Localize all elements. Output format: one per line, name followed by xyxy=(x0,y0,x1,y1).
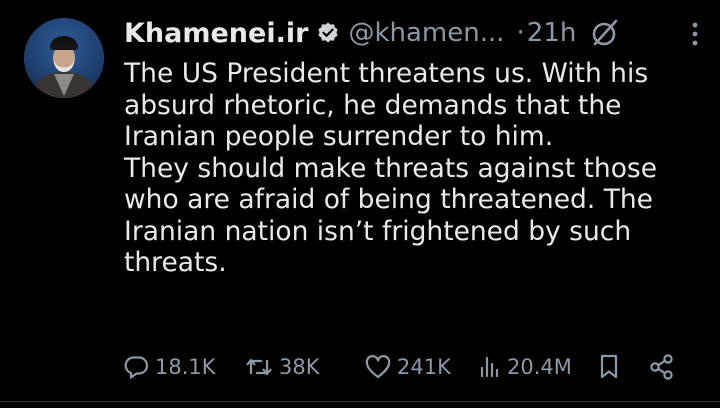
views-icon xyxy=(478,354,502,380)
divider xyxy=(0,401,720,402)
reply-button[interactable]: 18.1K xyxy=(124,354,216,380)
grok-icon[interactable] xyxy=(590,18,620,48)
action-bar: 18.1K 38K 241K 20.4M xyxy=(124,348,680,386)
reply-icon xyxy=(124,354,150,380)
repost-icon xyxy=(244,354,274,380)
repost-count: 38K xyxy=(279,355,320,379)
verified-badge-icon xyxy=(316,21,340,45)
avatar[interactable] xyxy=(24,18,104,98)
like-count: 241K xyxy=(397,355,451,379)
author-handle[interactable]: @khamen... xyxy=(348,18,504,48)
views-count: 20.4M xyxy=(507,355,572,379)
separator-dot: · xyxy=(516,18,525,48)
bookmark-icon xyxy=(598,353,620,381)
tweet-text: The US President threatens us. With his … xyxy=(124,58,658,278)
tweet-card[interactable]: Khamenei.ir @khamen... · 21h The US Pres… xyxy=(0,0,720,408)
share-button[interactable] xyxy=(648,353,676,381)
share-icon xyxy=(648,353,676,381)
repost-button[interactable]: 38K xyxy=(244,354,320,380)
tweet-header: Khamenei.ir @khamen... · 21h xyxy=(124,14,700,52)
author-name[interactable]: Khamenei.ir xyxy=(124,18,308,49)
bookmark-button[interactable] xyxy=(598,353,620,381)
like-icon xyxy=(364,354,392,380)
reply-count: 18.1K xyxy=(155,355,216,379)
more-icon[interactable] xyxy=(690,20,700,48)
views-button[interactable]: 20.4M xyxy=(478,354,572,380)
tweet-time[interactable]: 21h xyxy=(527,18,577,48)
like-button[interactable]: 241K xyxy=(364,354,451,380)
